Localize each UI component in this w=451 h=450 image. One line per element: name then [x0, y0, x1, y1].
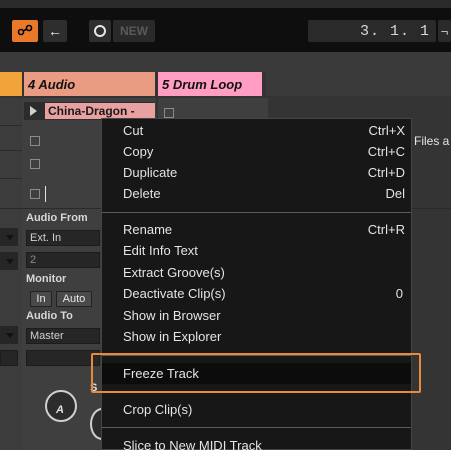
chevron-down-icon [6, 235, 14, 240]
audio-from-label: Audio From [26, 212, 88, 224]
menu-item-label: Slice to New MIDI Track [123, 438, 262, 450]
divider [0, 178, 22, 179]
menu-item-label: Deactivate Clip(s) [123, 286, 226, 301]
divider [0, 125, 22, 126]
menu-item-shortcut: Ctrl+D [367, 165, 405, 180]
track-header-audio[interactable]: 4 Audio [24, 72, 155, 96]
monitor-label: Monitor [26, 273, 67, 285]
menu-item-label: Show in Explorer [123, 329, 222, 344]
freeze-track-highlight [91, 353, 421, 393]
audio-from-select[interactable]: Ext. In [26, 230, 100, 246]
menu-separator [102, 212, 411, 213]
send-a-label: A [56, 404, 64, 416]
context-menu: Cut Ctrl+X Copy Ctrl+C Duplicate Ctrl+D … [101, 118, 412, 450]
menu-item-delete[interactable]: Delete Del [102, 183, 411, 204]
clip-slot-stop-button[interactable] [30, 136, 40, 146]
input-channel-select[interactable]: 2 [26, 252, 100, 268]
menu-item-label: Copy [123, 144, 154, 159]
menu-item-show-in-explorer[interactable]: Show in Explorer [102, 326, 411, 347]
back-to-arrangement-button[interactable]: ← [43, 20, 67, 42]
menu-item-cut[interactable]: Cut Ctrl+X [102, 120, 411, 141]
menu-item-crop-clip[interactable]: Crop Clip(s) [102, 399, 411, 420]
monitor-in-button[interactable]: In [30, 291, 52, 307]
menu-item-edit-info-text[interactable]: Edit Info Text [102, 240, 411, 261]
play-icon[interactable] [30, 106, 37, 116]
top-strip [0, 0, 451, 8]
menu-item-label: Rename [123, 222, 173, 237]
audio-to-select[interactable]: Master [26, 328, 100, 344]
menu-item-label: Duplicate [123, 165, 178, 180]
clip-slot-stop-button[interactable] [30, 189, 40, 199]
link-icon [17, 24, 33, 39]
position-extra-field[interactable]: ¬ [438, 20, 451, 42]
sends-field[interactable] [26, 350, 100, 366]
menu-item-label: Cut [123, 123, 144, 138]
track-header-drum-loop[interactable]: 5 Drum Loop [158, 72, 262, 96]
song-position-display[interactable]: 3. 1. 1 [308, 20, 436, 42]
menu-item-shortcut: Ctrl+C [367, 144, 405, 159]
text-cursor [45, 186, 46, 202]
clip-slot-stop-button[interactable] [30, 159, 40, 169]
drop-files-hint: Files a [414, 134, 450, 148]
menu-item-shortcut: 0 [395, 286, 403, 301]
monitor-auto-button[interactable]: Auto [56, 291, 92, 307]
menu-separator [102, 427, 411, 428]
menu-item-duplicate[interactable]: Duplicate Ctrl+D [102, 162, 411, 183]
menu-item-label: Crop Clip(s) [123, 402, 193, 417]
chevron-down-icon [6, 259, 14, 264]
menu-item-deactivate-clip[interactable]: Deactivate Clip(s) 0 [102, 283, 411, 304]
clip-name[interactable]: China-Dragon - [45, 103, 155, 119]
menu-item-slice-to-midi[interactable]: Slice to New MIDI Track [102, 435, 411, 450]
menu-item-label: Delete [123, 186, 161, 201]
track-header-empty [266, 72, 451, 96]
link-button[interactable] [12, 20, 38, 42]
menu-item-copy[interactable]: Copy Ctrl+C [102, 141, 411, 162]
track-band [0, 52, 451, 72]
menu-item-shortcut: Del [385, 186, 405, 201]
menu-item-label: Show in Browser [123, 308, 221, 323]
record-circle-button[interactable] [89, 20, 111, 42]
menu-item-shortcut: Ctrl+R [367, 222, 405, 237]
arrow-left-icon: ← [48, 23, 62, 39]
menu-item-label: Edit Info Text [123, 243, 198, 258]
menu-item-rename[interactable]: Rename Ctrl+R [102, 219, 411, 240]
menu-item-extract-groove[interactable]: Extract Groove(s) [102, 262, 411, 283]
menu-item-label: Extract Groove(s) [123, 265, 225, 280]
sends-field-left[interactable] [0, 350, 18, 366]
menu-item-show-in-browser[interactable]: Show in Browser [102, 305, 411, 326]
divider [0, 150, 22, 151]
menu-item-shortcut: Ctrl+X [368, 123, 405, 138]
audio-to-label: Audio To [26, 310, 73, 322]
clip-slot-stop-button[interactable] [164, 108, 174, 118]
new-button[interactable]: NEW [113, 20, 155, 42]
chevron-down-icon [6, 333, 14, 338]
track-header-left[interactable] [0, 72, 22, 96]
circle-icon [94, 25, 106, 37]
